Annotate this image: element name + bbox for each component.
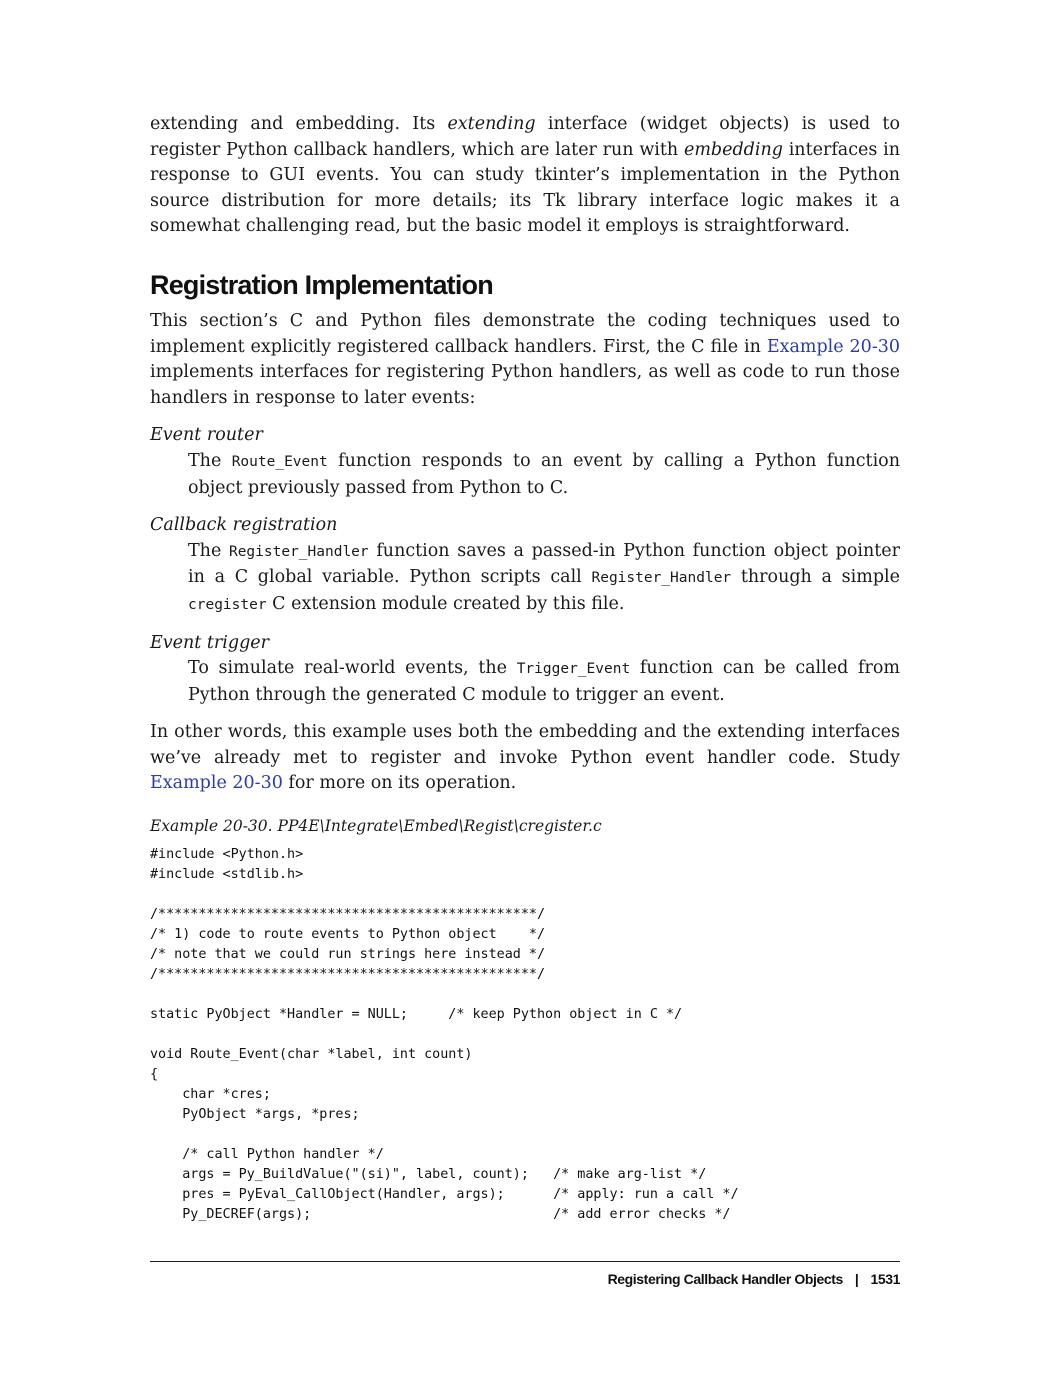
- definition-text: through a simple: [731, 567, 900, 588]
- code-listing: #include <Python.h> #include <stdlib.h> …: [150, 847, 739, 1223]
- definition-callback-registration: The Register_Handler function saves a pa…: [188, 539, 900, 619]
- closing-text-2: for more on its operation.: [282, 773, 517, 794]
- intro-paragraph: extending and embedding. Its extending i…: [150, 112, 900, 240]
- definition-text: The: [188, 450, 232, 471]
- definition-list: Event router The Route_Event function re…: [150, 423, 900, 708]
- definition-text: The: [188, 540, 229, 561]
- term-event-trigger: Event trigger: [150, 632, 270, 653]
- inline-code: Route_Event: [231, 453, 328, 470]
- example-link-2[interactable]: Example 20-30: [150, 773, 283, 793]
- term-event-router: Event router: [150, 425, 263, 446]
- intro-emphasis-embedding: embedding: [683, 139, 783, 160]
- section-paragraph: This section’s C and Python files demons…: [150, 309, 900, 411]
- page-number: 1531: [870, 1271, 900, 1287]
- intro-text-1: extending and embedding. Its: [150, 114, 448, 134]
- closing-paragraph: In other words, this example uses both t…: [150, 720, 900, 797]
- intro-emphasis-extending: extending: [447, 114, 536, 134]
- section-text-2: implements interfaces for registering Py…: [150, 362, 900, 408]
- inline-code: Trigger_Event: [516, 661, 631, 678]
- inline-code: Register_Handler: [591, 570, 732, 587]
- definition-event-router: The Route_Event function responds to an …: [188, 449, 900, 501]
- definition-text: To simulate real-world events, the: [188, 658, 517, 679]
- inline-code: Register_Handler: [228, 543, 369, 560]
- example-link[interactable]: Example 20-30: [767, 337, 900, 357]
- example-caption: Example 20-30. PP4E\Integrate\Embed\Regi…: [150, 817, 602, 836]
- term-callback-registration: Callback registration: [150, 515, 338, 536]
- section-heading: Registration Implementation: [150, 269, 494, 300]
- footer-title: Registering Callback Handler Objects: [607, 1271, 844, 1287]
- closing-text-1: In other words, this example uses both t…: [150, 722, 900, 768]
- footer-rule: [150, 1261, 900, 1262]
- inline-code: cregister: [188, 596, 267, 613]
- page-footer: Registering Callback Handler Objects | 153…: [607, 1271, 901, 1287]
- page-content: extending and embedding. Its extending i…: [150, 112, 900, 1225]
- footer-separator: |: [854, 1271, 859, 1287]
- definition-event-trigger: To simulate real-world events, the Trigg…: [188, 656, 900, 708]
- definition-text: C extension module created by this file.: [266, 593, 625, 614]
